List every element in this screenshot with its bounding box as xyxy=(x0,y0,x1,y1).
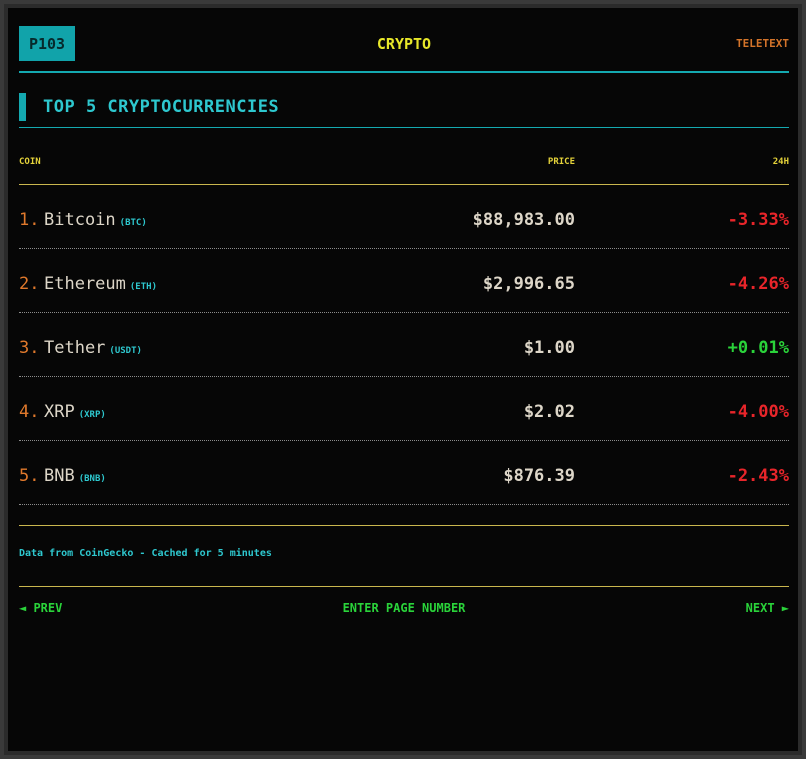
teletext-frame: P103 CRYPTO TELETEXT TOP 5 CRYPTOCURRENC… xyxy=(4,4,802,755)
column-header-price: PRICE xyxy=(547,157,575,167)
service-label: TELETEXT xyxy=(736,37,789,50)
page-brand: CRYPTO xyxy=(376,35,432,53)
coin-price: $2.02 xyxy=(523,402,575,422)
header: P103 CRYPTO TELETEXT xyxy=(19,26,789,64)
coin-change-24h: -4.26% xyxy=(727,274,789,294)
section-header: TOP 5 CRYPTOCURRENCIES xyxy=(19,73,789,128)
teletext-content: P103 CRYPTO TELETEXT TOP 5 CRYPTOCURRENC… xyxy=(19,26,789,627)
column-header-coin: COIN xyxy=(19,157,41,167)
coin-price: $2,996.65 xyxy=(482,274,575,294)
section-title: TOP 5 CRYPTOCURRENCIES xyxy=(43,97,280,117)
data-source-note: Data from CoinGecko - Cached for 5 minut… xyxy=(19,548,272,559)
footer-note: Data from CoinGecko - Cached for 5 minut… xyxy=(19,526,789,587)
column-headers: COIN PRICE 24H xyxy=(19,128,789,185)
coin-name-text: Bitcoin xyxy=(44,210,116,230)
coin-change-24h: -2.43% xyxy=(727,466,789,486)
enter-page-number-prompt[interactable]: ENTER PAGE NUMBER xyxy=(19,601,789,615)
coin-name: XRP (XRP) xyxy=(44,402,106,422)
coin-name: Bitcoin (BTC) xyxy=(44,210,147,230)
coin-symbol: (ETH) xyxy=(129,282,157,292)
coin-rank: 2. xyxy=(19,274,40,294)
coin-rank: 4. xyxy=(19,402,40,422)
coin-name-text: Ethereum xyxy=(44,274,126,294)
coin-price: $88,983.00 xyxy=(472,210,575,230)
coin-symbol: (USDT) xyxy=(109,346,142,356)
coin-rank: 1. xyxy=(19,210,40,230)
coin-rank: 3. xyxy=(19,338,40,358)
coin-name-text: Tether xyxy=(44,338,106,358)
coin-name-text: XRP xyxy=(44,402,75,422)
crypto-row[interactable]: 2. Ethereum (ETH) $2,996.65 -4.26% xyxy=(19,249,789,313)
coin-change-24h: -3.33% xyxy=(727,210,789,230)
section-accent-bar xyxy=(19,93,26,121)
coin-price: $876.39 xyxy=(503,466,575,486)
navigation-bar: ◄ PREV ENTER PAGE NUMBER NEXT ► xyxy=(19,587,789,627)
coin-name: Ethereum (ETH) xyxy=(44,274,157,294)
coin-symbol: (BNB) xyxy=(78,474,106,484)
crypto-row[interactable]: 5. BNB (BNB) $876.39 -2.43% xyxy=(19,441,789,505)
coin-rank: 5. xyxy=(19,466,40,486)
column-header-change: 24H xyxy=(772,157,789,167)
coin-name: Tether (USDT) xyxy=(44,338,142,358)
coin-symbol: (XRP) xyxy=(78,410,106,420)
coin-name-text: BNB xyxy=(44,466,75,486)
crypto-row[interactable]: 3. Tether (USDT) $1.00 +0.01% xyxy=(19,313,789,377)
coin-change-24h: +0.01% xyxy=(727,338,789,358)
coin-name: BNB (BNB) xyxy=(44,466,106,486)
crypto-row[interactable]: 1. Bitcoin (BTC) $88,983.00 -3.33% xyxy=(19,185,789,249)
crypto-list: 1. Bitcoin (BTC) $88,983.00 -3.33% 2. Ethereum… xyxy=(19,185,789,505)
coin-symbol: (BTC) xyxy=(119,218,147,228)
coin-price: $1.00 xyxy=(523,338,575,358)
next-button[interactable]: NEXT ► xyxy=(746,601,789,615)
crypto-row[interactable]: 4. XRP (XRP) $2.02 -4.00% xyxy=(19,377,789,441)
coin-change-24h: -4.00% xyxy=(727,402,789,422)
